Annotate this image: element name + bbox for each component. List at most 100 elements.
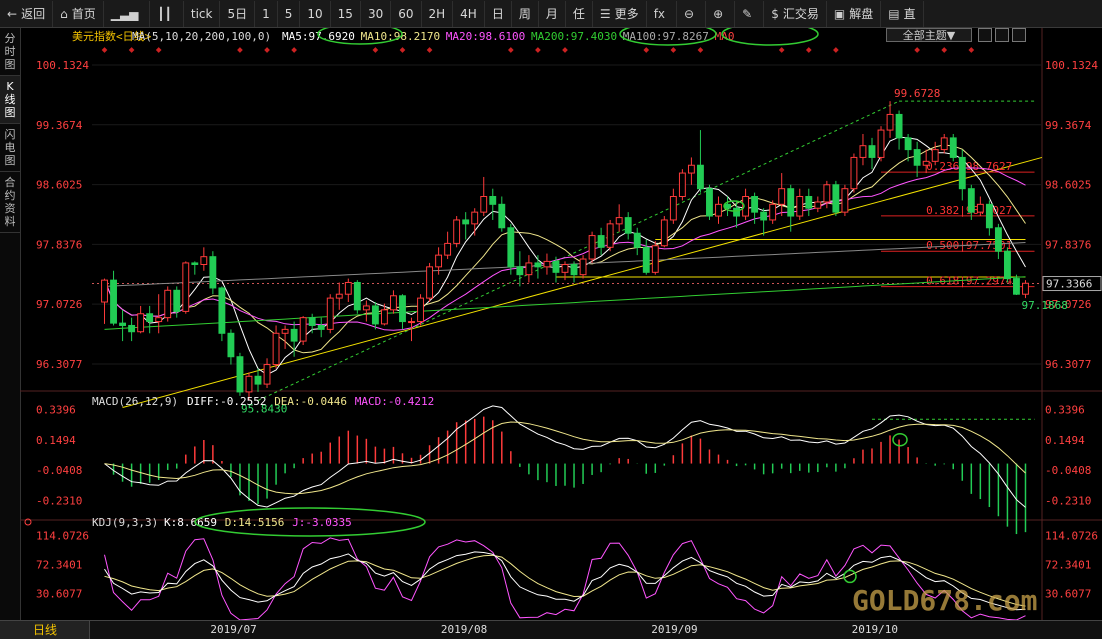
signal-marker [968,47,975,53]
candle-body [832,184,840,213]
toolbar-button-12[interactable]: 2H [422,0,454,27]
toolbar-button-1[interactable]: ⌂ 首页 [53,0,104,27]
x-axis-label: 2019/10 [851,623,899,636]
toolbar-button-13[interactable]: 4H [453,0,485,27]
bar-chart-icon: ▁▃▅ [110,6,139,21]
candle-body [128,324,136,333]
toolbar-button-10[interactable]: 30 [361,0,392,27]
candle-body [480,196,488,213]
candle-body [877,129,885,158]
candle-body [814,201,822,209]
candle-body [426,266,433,299]
signal-marker [643,47,650,53]
candle-body [516,266,524,276]
toolbar-button-20[interactable]: ⊖ [677,0,707,27]
toolbar-button-3[interactable]: ┃┃ [150,0,184,27]
toolbar-button-16[interactable]: 月 [539,0,566,27]
candle-body [308,317,316,326]
zoom-out-icon: ⊖ [684,6,695,21]
candle-body [994,227,1002,252]
macd-tick-right: 0.3396 [1045,404,1085,417]
toolbar-label: 周 [518,7,531,21]
candle-body [543,260,551,268]
candle-body [1013,278,1020,295]
candle-body [552,260,560,273]
toolbar-button-19[interactable]: fx [647,0,678,27]
candle-body [380,309,388,325]
candle-body [669,196,677,221]
list-icon: ☰ [599,6,611,21]
sidebar-tab-2[interactable]: 闪电图 [0,124,20,172]
candle-body [633,232,641,248]
toolbar-label: 首页 [71,7,96,21]
toolbar-label: 5日 [227,7,248,21]
toolbar-button-21[interactable]: ⊕ [706,0,736,27]
period-label[interactable]: 日线 [0,621,90,639]
toolbar-button-14[interactable]: 日 [485,0,512,27]
toolbar-button-6[interactable]: 1 [255,0,278,27]
toolbar-button-9[interactable]: 15 [331,0,361,27]
candle-body [931,149,939,162]
candle-body [218,287,226,334]
toolbar-label: 任 [572,7,585,21]
signal-marker [426,47,433,53]
price-tick-right: 96.3077 [1045,358,1091,371]
price-tick-right: 99.3674 [1045,119,1092,132]
toolbar-button-4[interactable]: tick [184,0,221,27]
macd-value-diff: DIFF:-0.2552 [187,395,266,408]
toolbar-button-11[interactable]: 60 [391,0,422,27]
candle-body [453,219,461,244]
candle-body [498,203,506,229]
theme-dropdown[interactable]: 全部主题▼ [886,28,972,42]
close-icon[interactable] [1012,28,1026,42]
restore-icon[interactable] [995,28,1009,42]
signal-marker [399,47,406,53]
candles-icon: ┃┃ [157,6,172,21]
candle-body [967,188,975,213]
fib-label: 0.618|97.2974 [926,275,1012,288]
sidebar-tab-1[interactable]: K线图 [0,76,20,124]
toolbar-label: 直 [903,7,916,21]
toolbar-button-18[interactable]: ☰ 更多 [593,0,647,27]
ma-value-ma200: MA200:97.4030 [531,30,617,43]
window-controls [978,28,1038,42]
sidebar-tab-0[interactable]: 分时图 [0,28,20,76]
candle-body [164,289,172,319]
toolbar-button-2[interactable]: ▁▃▅ [104,0,151,27]
toolbar-button-23[interactable]: $ 汇交易 [764,0,827,27]
toolbar-label: 60 [398,6,414,21]
signal-marker [697,47,704,53]
toolbar-button-7[interactable]: 5 [278,0,301,27]
candle-body [570,264,578,276]
toolbar-button-25[interactable]: ▤ 直 [881,0,924,27]
toolbar-button-22[interactable]: ✎ [735,0,765,27]
candle-body [227,332,235,358]
candle-body [751,196,759,213]
candle-body [940,137,948,151]
macd-tick-left: 0.3396 [36,404,76,417]
toolbar-button-8[interactable]: 10 [300,0,331,27]
candle-body [597,235,605,248]
signal-marker [507,47,514,53]
signal-marker [372,47,379,53]
toolbar-button-5[interactable]: 5日 [220,0,256,27]
signal-marker [562,47,568,53]
toolbar-button-15[interactable]: 周 [512,0,539,27]
ma-value-ma20: MA20:98.6100 [446,30,525,43]
macd-value-dea: DEA:-0.0446 [274,395,347,408]
toolbar-button-17[interactable]: 任 [566,0,593,27]
chart-area[interactable]: 100.1324 100.1324 99.3674 99.3674 98.6025 98.… [20,22,1102,621]
toolbar-button-0[interactable]: ← 返回 [0,0,54,27]
candle-body [624,217,632,234]
signal-marker [291,47,297,53]
minimize-icon[interactable] [978,28,992,42]
price-tick-left: 98.6025 [36,179,82,192]
kdj-value-k: K:8.6659 [164,516,217,529]
candle-body [344,281,352,295]
sidebar-tab-3[interactable]: 合约资料 [0,172,20,233]
candle-body [137,313,145,333]
toolbar-button-24[interactable]: ▣ 解盘 [827,0,882,27]
candle-body [642,246,650,273]
ma200-line [104,276,1026,330]
candle-body [958,156,966,190]
